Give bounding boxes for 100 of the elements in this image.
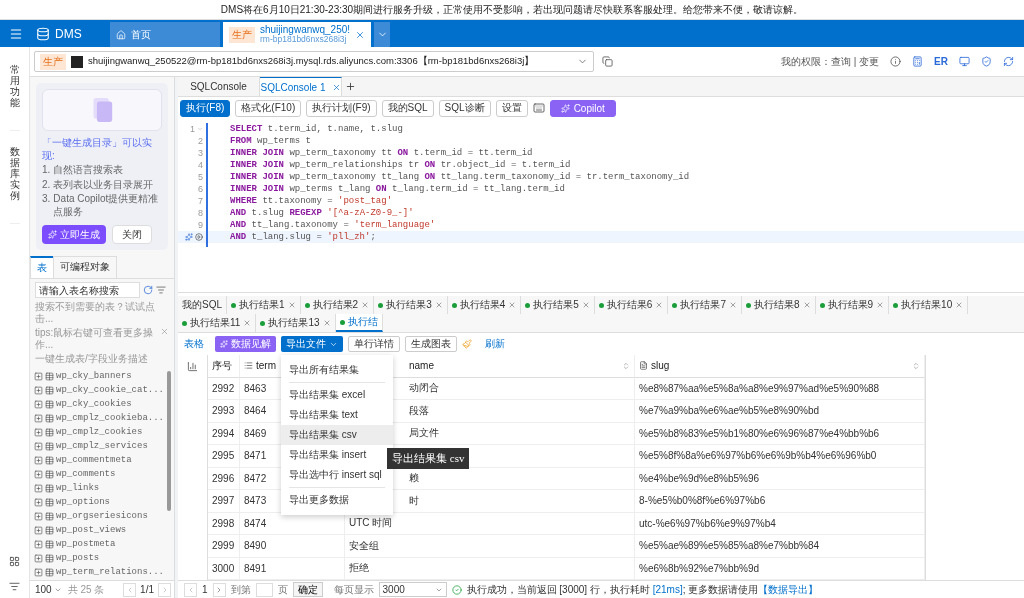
expand-icon[interactable]: [34, 469, 43, 479]
sparkle-icon[interactable]: [185, 233, 193, 241]
keyboard-icon[interactable]: [532, 102, 545, 114]
result-tab[interactable]: 执行结果11: [178, 314, 257, 332]
expand-icon[interactable]: [34, 553, 43, 563]
header-tab[interactable]: 首页: [110, 22, 220, 47]
table-search-field[interactable]: 请输入表名称搜索: [35, 282, 140, 298]
brush-icon[interactable]: [462, 339, 472, 349]
result-tab[interactable]: 我的SQL: [178, 296, 227, 314]
toolbar-button[interactable]: 格式化(F10): [235, 99, 302, 117]
data-insight-button[interactable]: 数据见解: [215, 336, 276, 352]
menu-item[interactable]: 导出所有结果集: [281, 360, 393, 380]
result-tab[interactable]: 执行结果7: [668, 296, 742, 314]
close-icon[interactable]: [331, 82, 341, 92]
result-tab[interactable]: 执行结: [335, 314, 383, 332]
calculator-icon[interactable]: [912, 56, 924, 67]
table-list-item[interactable]: wp_links: [34, 481, 166, 495]
generate-button[interactable]: 立即生成: [42, 225, 106, 244]
object-tab[interactable]: 表: [30, 256, 54, 278]
connection-select[interactable]: 生产 shuijingwanwq_250522@rm-bp181bd6nxs268i3j.mysql.rds.aliyuncs.com:3306【rm-bp181bd6nxs268i3j】: [34, 51, 594, 72]
data-export-link[interactable]: 【数据导出】: [758, 583, 819, 595]
result-tab[interactable]: 执行结果13: [256, 314, 336, 332]
menu-icon[interactable]: [9, 26, 23, 41]
table-view-tab[interactable]: 表格: [184, 337, 204, 351]
run-icon[interactable]: [195, 233, 203, 241]
chart-button[interactable]: 生成图表: [405, 336, 457, 352]
close-icon[interactable]: [655, 301, 664, 309]
column-header[interactable]: slug: [651, 360, 670, 372]
monitor-icon[interactable]: [959, 56, 970, 67]
close-icon[interactable]: [876, 301, 885, 309]
column-header[interactable]: term: [256, 360, 276, 372]
close-icon[interactable]: [160, 327, 169, 336]
expand-icon[interactable]: [34, 497, 43, 507]
menu-item[interactable]: 导出结果集 text: [281, 405, 393, 425]
copilot-button[interactable]: Copilot: [549, 99, 616, 117]
export-file-button[interactable]: 导出文件: [281, 336, 343, 352]
copy-icon[interactable]: [602, 56, 613, 67]
table-list-item[interactable]: wp_orgseriesicons: [34, 509, 166, 523]
er-diagram-link[interactable]: ER: [934, 56, 948, 67]
toolbar-button[interactable]: 设置: [495, 99, 528, 117]
table-list-item[interactable]: wp_commentmeta: [34, 453, 166, 467]
refresh-icon[interactable]: [1003, 56, 1014, 67]
table-list-item[interactable]: wp_cky_cookies: [34, 397, 166, 411]
toolbar-button[interactable]: 执行(F8): [180, 99, 231, 117]
close-icon[interactable]: [322, 319, 331, 327]
close-icon[interactable]: [802, 301, 811, 309]
expand-icon[interactable]: [34, 455, 43, 465]
expand-icon[interactable]: [34, 427, 43, 437]
expand-icon[interactable]: [34, 441, 43, 451]
close-button[interactable]: 关闭: [112, 225, 152, 244]
close-icon[interactable]: [508, 301, 517, 309]
sort-icon[interactable]: [622, 361, 630, 370]
result-tab[interactable]: 执行结果6: [594, 296, 669, 314]
expand-icon[interactable]: [34, 385, 43, 395]
table-list-item[interactable]: wp_cmplz_cookies: [34, 425, 166, 439]
toolbar-button[interactable]: 我的SQL: [381, 99, 434, 117]
table-list-item[interactable]: wp_cmplz_cookieba...: [34, 411, 166, 425]
table-list-item[interactable]: wp_comments: [34, 467, 166, 481]
expand-icon[interactable]: [34, 539, 43, 549]
list-icon[interactable]: [9, 581, 20, 592]
result-tab[interactable]: 执行结果10: [889, 296, 969, 314]
refresh-icon[interactable]: [143, 285, 153, 295]
scrollbar-thumb[interactable]: [167, 371, 171, 511]
confirm-button[interactable]: 确定: [292, 582, 323, 597]
table-list-item[interactable]: wp_cky_cookie_cat...: [34, 383, 166, 397]
table-list-item[interactable]: wp_postmeta: [34, 537, 166, 551]
sort-icon[interactable]: [912, 361, 920, 370]
expand-icon[interactable]: [34, 525, 43, 535]
object-tab[interactable]: 可编程对象: [53, 256, 117, 278]
close-icon[interactable]: [955, 301, 964, 309]
console-tab[interactable]: SQLConsole 1: [260, 77, 342, 96]
rail-item[interactable]: 常用功能: [9, 64, 20, 131]
page-size-select[interactable]: 100: [33, 584, 64, 595]
close-icon[interactable]: [728, 301, 737, 309]
expand-icon[interactable]: [34, 399, 43, 409]
table-list-item[interactable]: wp_cmplz_services: [34, 439, 166, 453]
result-tab[interactable]: 执行结果9: [815, 296, 890, 314]
result-tab[interactable]: 执行结果5: [521, 296, 595, 314]
expand-icon[interactable]: [34, 567, 43, 577]
refresh-link[interactable]: 刷新: [485, 337, 505, 351]
close-icon[interactable]: [434, 301, 443, 309]
expand-icon[interactable]: [34, 413, 43, 423]
page-input[interactable]: [255, 582, 273, 597]
close-icon[interactable]: [581, 301, 590, 309]
menu-item[interactable]: 导出结果集 csv: [281, 425, 393, 445]
column-header[interactable]: name: [409, 360, 434, 372]
result-tab[interactable]: 执行结果1: [227, 296, 301, 314]
menu-item[interactable]: 导出结果集 excel: [281, 385, 393, 405]
result-tab[interactable]: 执行结果8: [741, 296, 816, 314]
table-list-item[interactable]: wp_post_views: [34, 523, 166, 537]
close-icon[interactable]: [287, 301, 296, 309]
close-icon[interactable]: [243, 319, 252, 327]
shield-check-icon[interactable]: [981, 56, 992, 67]
rail-item[interactable]: 数据库实例: [9, 146, 20, 224]
toolbar-button[interactable]: SQL诊断: [438, 99, 491, 117]
column-header[interactable]: 序号: [212, 358, 232, 373]
page-size-select[interactable]: 3000: [378, 582, 447, 597]
table-list-item[interactable]: wp_cky_banners: [34, 369, 166, 383]
expand-icon[interactable]: [34, 511, 43, 521]
table-list-item[interactable]: wp_options: [34, 495, 166, 509]
